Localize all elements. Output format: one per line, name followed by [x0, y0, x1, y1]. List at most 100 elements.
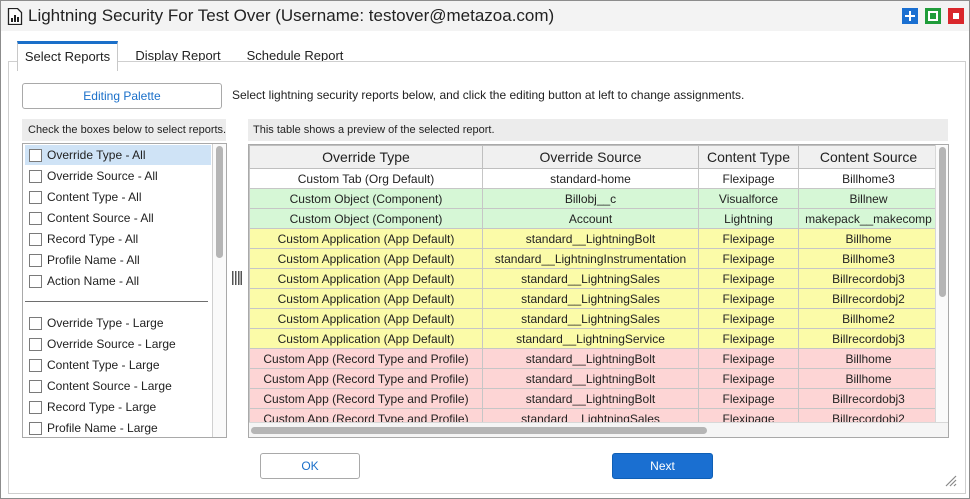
report-item-content-source-all[interactable]: Content Source - All — [25, 208, 211, 228]
table-row[interactable]: Custom Object (Component) Account Lightnin… — [249, 208, 948, 229]
report-item-action-name-all[interactable]: Action Name - All — [25, 271, 211, 291]
cell-override-type: Custom Application (App Default) — [249, 328, 483, 349]
cell-override-source: standard__LightningInstrumentation — [482, 248, 699, 269]
cell-content-type: Flexipage — [698, 168, 799, 189]
checkbox[interactable] — [29, 401, 42, 414]
cell-content-source: Billrecordobj3 — [798, 388, 939, 409]
splitter-grip-icon[interactable] — [232, 271, 242, 285]
cell-override-type: Custom App (Record Type and Profile) — [249, 348, 483, 369]
table-row[interactable]: Custom Application (App Default) standard… — [249, 228, 948, 249]
table-row[interactable]: Custom Tab (Org Default) standard-home Fle… — [249, 168, 948, 189]
report-item-record-type-large[interactable]: Record Type - Large — [25, 397, 211, 417]
ok-button[interactable]: OK — [260, 453, 360, 479]
checkbox[interactable] — [29, 191, 42, 204]
plus-icon[interactable] — [902, 8, 918, 24]
report-item-label: Override Type - All — [47, 148, 146, 162]
checkbox[interactable] — [29, 149, 42, 162]
cell-content-type: Flexipage — [698, 248, 799, 269]
scrollbar-thumb[interactable] — [216, 146, 223, 258]
report-item-content-type-large[interactable]: Content Type - Large — [25, 355, 211, 375]
table-row[interactable]: Custom Application (App Default) standard… — [249, 328, 948, 349]
checkbox[interactable] — [29, 233, 42, 246]
cell-override-source: standard__LightningBolt — [482, 228, 699, 249]
report-item-profile-name-all[interactable]: Profile Name - All — [25, 250, 211, 270]
table-row[interactable]: Custom Object (Component) Billobj__c Visua… — [249, 188, 948, 209]
preview-table-panel[interactable]: Override Type Override Source Content Ty… — [248, 144, 949, 438]
cell-override-source: standard__LightningSales — [482, 288, 699, 309]
cell-override-source: standard-home — [482, 168, 699, 189]
report-item-label: Content Source - All — [47, 211, 154, 225]
table-row[interactable]: Custom App (Record Type and Profile) stan… — [249, 368, 948, 389]
cell-content-source: Billhome — [798, 348, 939, 369]
cell-content-source: Billhome — [798, 228, 939, 249]
cell-content-source: Billnew — [798, 188, 939, 209]
window-title: Lightning Security For Test Over (Userna… — [28, 6, 555, 25]
cell-content-type: Flexipage — [698, 388, 799, 409]
cell-override-type: Custom Tab (Org Default) — [249, 168, 483, 189]
list-vertical-scrollbar[interactable] — [212, 144, 226, 437]
table-row[interactable]: Custom Application (App Default) standard… — [249, 288, 948, 309]
cell-content-type: Flexipage — [698, 228, 799, 249]
close-icon[interactable] — [948, 8, 964, 24]
cell-content-source: Billrecordobj2 — [798, 288, 939, 309]
report-item-content-type-all[interactable]: Content Type - All — [25, 187, 211, 207]
checkbox[interactable] — [29, 275, 42, 288]
checkbox[interactable] — [29, 254, 42, 267]
resize-grip-icon[interactable] — [943, 473, 957, 487]
list-separator — [25, 301, 208, 302]
report-item-override-type-all[interactable]: Override Type - All — [25, 145, 211, 165]
table-vertical-scrollbar[interactable] — [935, 145, 948, 422]
cell-content-source: Billhome — [798, 368, 939, 389]
editing-palette-button[interactable]: Editing Palette — [22, 83, 222, 109]
report-checkbox-list[interactable]: Override Type - All Override Source - Al… — [22, 143, 227, 438]
report-item-label: Profile Name - All — [47, 253, 140, 267]
cell-content-type: Flexipage — [698, 348, 799, 369]
maximize-icon[interactable] — [925, 8, 941, 24]
report-item-record-type-all[interactable]: Record Type - All — [25, 229, 211, 249]
table-row[interactable]: Custom Application (App Default) standard… — [249, 308, 948, 329]
cell-content-source: Billrecordobj3 — [798, 328, 939, 349]
next-button[interactable]: Next — [612, 453, 713, 479]
table-row[interactable]: Custom Application (App Default) standard… — [249, 248, 948, 269]
cell-override-type: Custom App (Record Type and Profile) — [249, 388, 483, 409]
table-horizontal-scrollbar[interactable] — [249, 422, 948, 437]
scrollbar-thumb[interactable] — [251, 427, 707, 434]
report-item-content-source-large[interactable]: Content Source - Large — [25, 376, 211, 396]
column-header-content-source[interactable]: Content Source — [798, 145, 939, 169]
cell-override-source: standard__LightningBolt — [482, 368, 699, 389]
cell-content-type: Visualforce — [698, 188, 799, 209]
cell-override-source: Billobj__c — [482, 188, 699, 209]
tab-select-reports[interactable]: Select Reports — [17, 41, 118, 71]
column-header-override-type[interactable]: Override Type — [249, 145, 483, 169]
cell-override-type: Custom Object (Component) — [249, 188, 483, 209]
column-header-content-type[interactable]: Content Type — [698, 145, 799, 169]
table-row[interactable]: Custom Application (App Default) standard… — [249, 268, 948, 289]
checkbox[interactable] — [29, 422, 42, 435]
checkbox[interactable] — [29, 212, 42, 225]
report-item-override-source-all[interactable]: Override Source - All — [25, 166, 211, 186]
checkbox[interactable] — [29, 359, 42, 372]
report-item-override-type-large[interactable]: Override Type - Large — [25, 313, 211, 333]
report-item-label: Override Source - All — [47, 169, 158, 183]
checkbox[interactable] — [29, 338, 42, 351]
cell-content-type: Flexipage — [698, 308, 799, 329]
cell-content-type: Lightning — [698, 208, 799, 229]
title-bar[interactable]: Lightning Security For Test Over (Userna… — [1, 1, 969, 31]
table-row[interactable]: Custom App (Record Type and Profile) stan… — [249, 388, 948, 409]
checkbox[interactable] — [29, 170, 42, 183]
report-document-icon — [7, 7, 23, 26]
cell-override-type: Custom Application (App Default) — [249, 228, 483, 249]
report-item-label: Content Type - All — [47, 190, 142, 204]
column-header-override-source[interactable]: Override Source — [482, 145, 699, 169]
report-item-override-source-large[interactable]: Override Source - Large — [25, 334, 211, 354]
cell-override-source: standard__LightningService — [482, 328, 699, 349]
checkbox[interactable] — [29, 317, 42, 330]
preview-header: This table shows a preview of the select… — [248, 119, 948, 141]
checkbox[interactable] — [29, 380, 42, 393]
table-row[interactable]: Custom App (Record Type and Profile) stan… — [249, 348, 948, 369]
report-item-profile-name-large[interactable]: Profile Name - Large — [25, 418, 211, 437]
cell-content-source: Billrecordobj3 — [798, 268, 939, 289]
cell-override-source: standard__LightningSales — [482, 308, 699, 329]
dialog-window: Lightning Security For Test Over (Userna… — [0, 0, 970, 499]
scrollbar-thumb[interactable] — [939, 147, 946, 297]
